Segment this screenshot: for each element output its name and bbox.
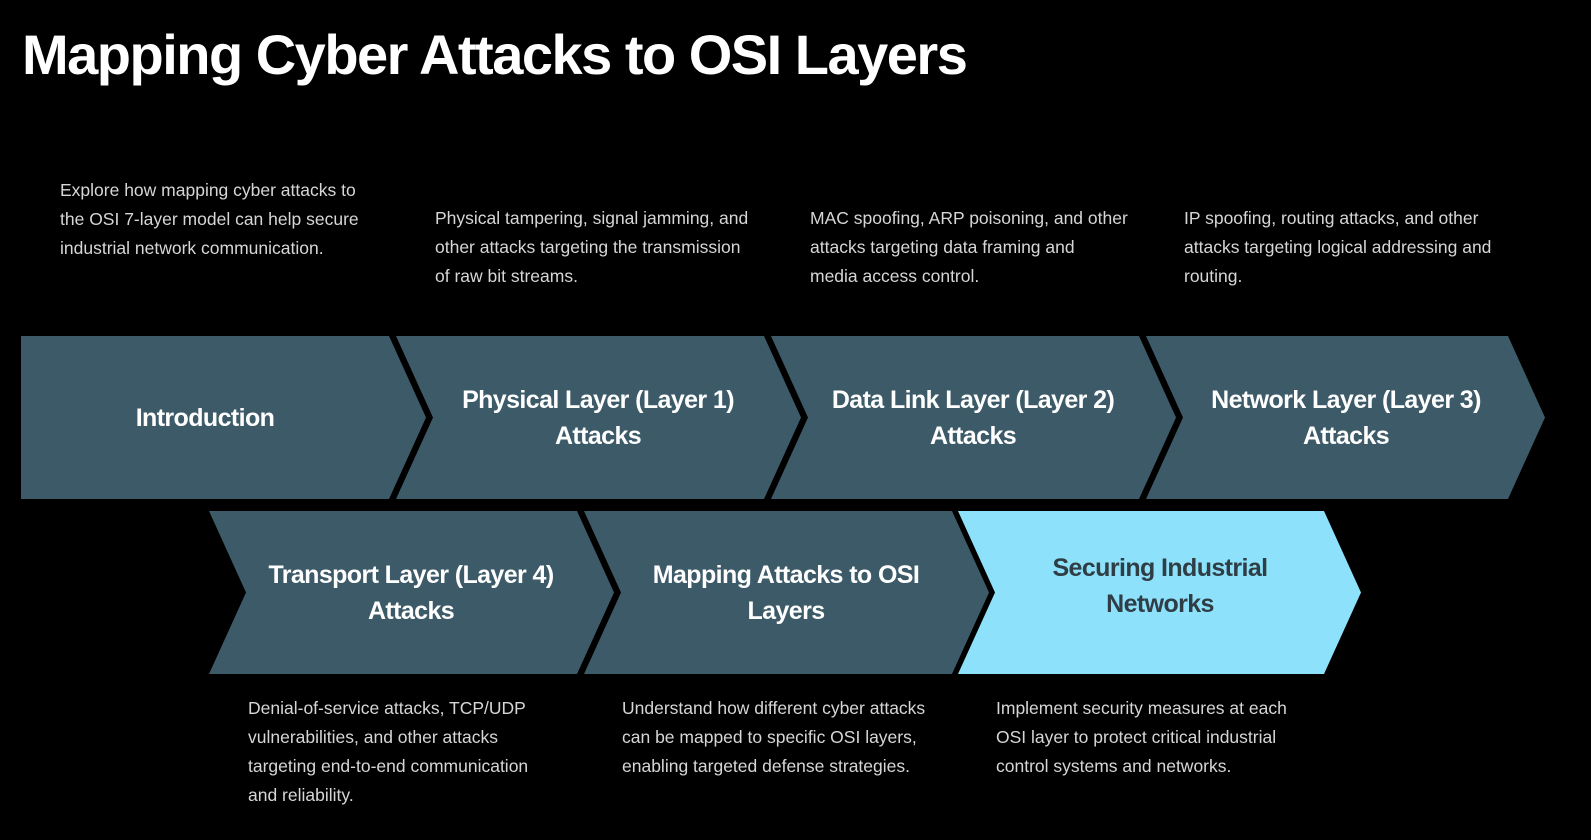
step-label: Transport Layer (Layer 4) Attacks [268,560,554,625]
step-label: Mapping Attacks to OSI Layers [652,560,920,625]
step-description-transport-layer: Denial-of-service attacks, TCP/UDP vulne… [248,698,529,805]
step-introduction[interactable]: Introduction [21,336,426,499]
step-description-mapping-attacks: Understand how different cyber attacks c… [622,698,926,776]
step-mapping-attacks[interactable]: Mapping Attacks to OSI Layers [584,511,989,674]
step-network-layer[interactable]: Network Layer (Layer 3) Attacks [1146,336,1551,499]
step-description-data-link-layer: MAC spoofing, ARP poisoning, and other a… [810,208,1128,286]
step-description-introduction: Explore how mapping cyber attacks to the… [60,180,359,258]
step-label: Network Layer (Layer 3) Attacks [1211,385,1481,450]
step-transport-layer[interactable]: Transport Layer (Layer 4) Attacks [209,511,614,674]
page-title: Mapping Cyber Attacks to OSI Layers [22,23,968,86]
step-label: Introduction [135,403,275,432]
step-label: Physical Layer (Layer 1) Attacks [462,385,734,450]
step-label: Securing Industrial Networks [1052,554,1268,618]
step-label: Data Link Layer (Layer 2) Attacks [831,385,1115,450]
step-description-physical-layer: Physical tampering, signal jamming, and … [435,208,749,286]
step-description-securing-networks: Implement security measures at each OSI … [996,698,1287,776]
step-description-network-layer: IP spoofing, routing attacks, and other … [1184,208,1492,286]
step-physical-layer[interactable]: Physical Layer (Layer 1) Attacks [396,336,801,499]
step-securing-networks[interactable]: Securing Industrial Networks [958,511,1363,674]
step-data-link-layer[interactable]: Data Link Layer (Layer 2) Attacks [771,336,1176,499]
